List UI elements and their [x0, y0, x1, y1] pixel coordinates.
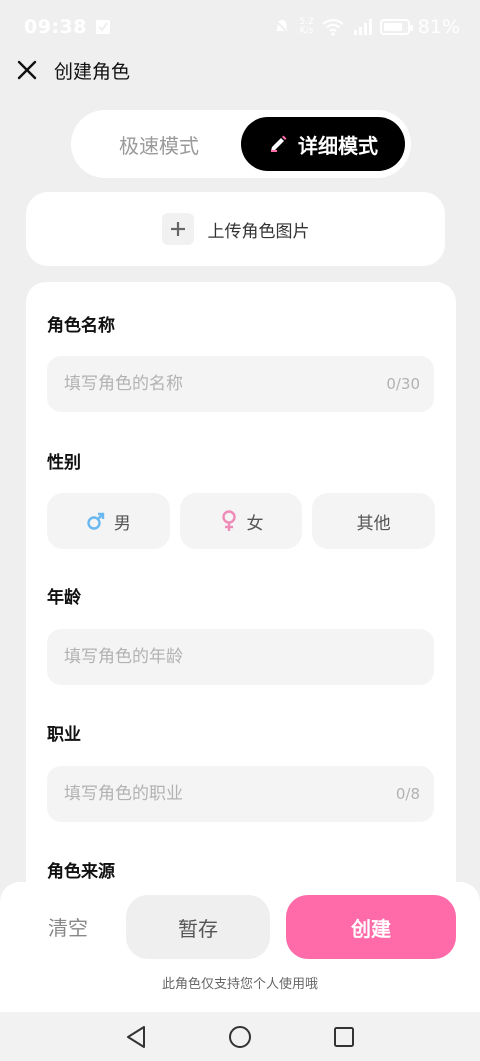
create-button[interactable]: 创建: [286, 895, 456, 959]
pencil-icon: [268, 134, 288, 154]
status-left: 09:38: [24, 16, 111, 38]
gender-female-label: 女: [246, 513, 264, 534]
age-label: 年龄: [47, 588, 81, 608]
mute-bell-icon: [273, 18, 291, 36]
gender-other-label: 其他: [356, 513, 391, 534]
wifi-icon: [322, 18, 344, 36]
gender-female-button[interactable]: 女: [179, 493, 303, 549]
clear-button[interactable]: 清空: [48, 912, 88, 941]
detail-mode-tab[interactable]: 详细模式: [241, 117, 405, 171]
name-field: 0/30: [47, 356, 434, 412]
usage-notice: 此角色仅支持您个人使用哦: [161, 977, 318, 992]
recents-square-icon[interactable]: [327, 1020, 361, 1054]
cellular-signal-icon: [352, 19, 372, 35]
job-counter: 0/8: [395, 785, 420, 803]
job-field: 0/8: [47, 766, 434, 822]
draft-button[interactable]: 暂存: [126, 895, 270, 959]
gender-other-button[interactable]: 其他: [312, 493, 436, 549]
bottom-action-bar: 清空 暂存 创建 此角色仅支持您个人使用哦: [0, 882, 480, 1012]
detail-mode-label: 详细模式: [298, 133, 378, 158]
status-right: 5.2 K/s 81%: [273, 16, 460, 38]
gender-male-label: 男: [113, 513, 131, 534]
fast-mode-label: 极速模式: [119, 133, 199, 158]
mode-toggle: 极速模式 详细模式: [71, 110, 411, 178]
system-nav-bar: [0, 1012, 480, 1061]
upload-image-label: 上传角色图片: [207, 221, 310, 242]
page-title: 创建角色: [54, 60, 131, 83]
form-card: 角色名称 0/30 性别 男 女 其他 年龄 职业 0/8 角色来源: [26, 282, 456, 922]
status-bar: 09:38 5.2 K/s 81%: [0, 0, 480, 54]
gender-options: 男 女 其他: [47, 493, 436, 549]
male-icon: [86, 511, 106, 531]
name-counter: 0/30: [386, 375, 420, 393]
plus-icon: [161, 213, 194, 245]
net-speed-icon: 5.2 K/s: [299, 17, 314, 36]
job-label: 职业: [47, 725, 81, 745]
name-input[interactable]: [64, 374, 364, 394]
gender-label: 性别: [47, 453, 81, 473]
battery-percent: 81%: [417, 16, 460, 38]
notification-icon: [95, 19, 111, 35]
gender-male-button[interactable]: 男: [47, 493, 170, 549]
home-circle-icon[interactable]: [223, 1020, 257, 1054]
job-input[interactable]: [64, 784, 364, 804]
fast-mode-tab[interactable]: 极速模式: [77, 117, 241, 171]
name-label: 角色名称: [47, 316, 115, 336]
upload-image-button[interactable]: 上传角色图片: [26, 192, 445, 266]
back-triangle-icon[interactable]: [119, 1020, 153, 1054]
battery-icon: [379, 19, 413, 35]
age-input[interactable]: [64, 647, 364, 667]
battery-fill: [383, 23, 402, 31]
status-time: 09:38: [24, 16, 87, 38]
age-field: [47, 629, 434, 685]
source-label: 角色来源: [47, 862, 115, 882]
close-icon[interactable]: [14, 57, 40, 83]
header: 创建角色: [0, 48, 480, 92]
female-icon: [219, 510, 239, 532]
